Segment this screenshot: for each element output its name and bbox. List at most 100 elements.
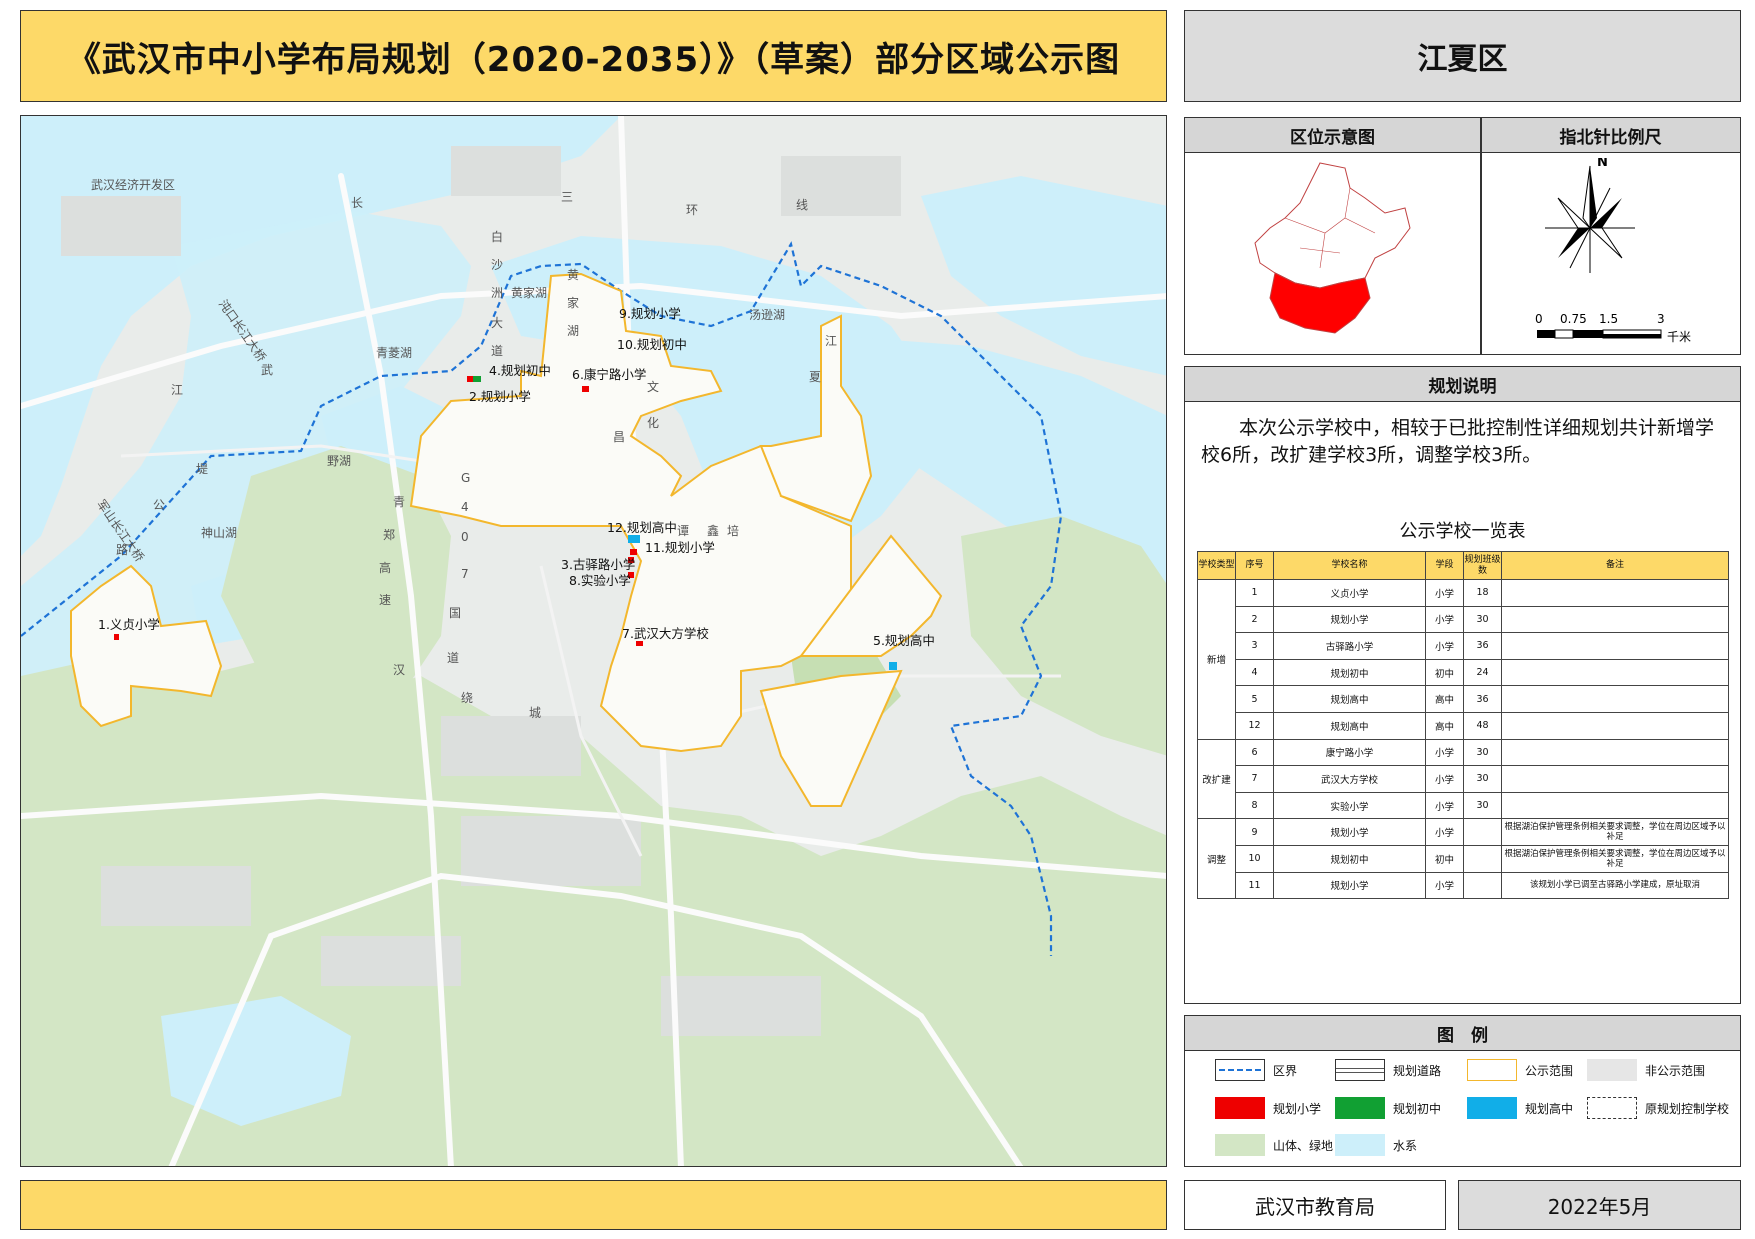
place-label-g: G xyxy=(461,471,471,485)
place-label-dao: 道 xyxy=(491,344,504,358)
north-arrow-scale: N 0 0.75 1.5 3 千米 xyxy=(1535,158,1691,344)
cell-name: 康宁路小学 xyxy=(1273,738,1426,767)
issuing-organization: 武汉市教育局 xyxy=(1184,1180,1446,1230)
cell-classes: 30 xyxy=(1463,738,1502,767)
place-label-gong: 公 xyxy=(153,498,166,512)
legend-item-water: 水系 xyxy=(1335,1134,1417,1156)
cell-no: 6 xyxy=(1235,738,1274,767)
place-label-cheng: 城 xyxy=(529,706,542,720)
legend-item-planned-primary: 规划小学 xyxy=(1215,1097,1321,1119)
place-label-chang-road: 昌 xyxy=(613,430,626,444)
place-label-jiang-east: 江 xyxy=(825,334,838,348)
cell-remark xyxy=(1501,579,1729,607)
place-label-tangxun-lake: 汤逊湖 xyxy=(749,308,786,322)
cell-remark: 该规划小学已调至古驿路小学建成，原址取消 xyxy=(1501,871,1729,900)
place-label-chang: 长 xyxy=(351,196,364,210)
cell-stage: 初中 xyxy=(1425,658,1464,687)
red-fill-icon xyxy=(1215,1097,1265,1119)
place-label-huan: 环 xyxy=(686,203,699,217)
main-map[interactable]: 武汉经济开发区 长 三 环 线 白 沙 洲 大 道 黄 家 湖 黄家湖 汤逊湖 … xyxy=(20,115,1167,1167)
cell-classes: 24 xyxy=(1463,658,1502,687)
title-banner: 《武汉市中小学布局规划（2020-2035）》（草案）部分区域公示图 xyxy=(20,10,1167,102)
school-label-1[interactable]: 1.义贞小学 xyxy=(98,614,160,633)
cell-name: 规划高中 xyxy=(1273,711,1426,740)
group-label-adjust: 调整 xyxy=(1197,818,1236,900)
cell-name: 规划小学 xyxy=(1273,605,1426,634)
road-line-icon xyxy=(1335,1059,1385,1081)
place-label-lu: 路 xyxy=(116,543,129,557)
cell-name: 规划小学 xyxy=(1273,818,1426,846)
cell-stage: 小学 xyxy=(1425,632,1464,660)
school-marker-1[interactable] xyxy=(114,634,119,640)
cell-name: 规划小学 xyxy=(1273,871,1426,900)
col-header-remark: 备注 xyxy=(1501,551,1729,580)
cell-remark xyxy=(1501,632,1729,660)
place-label-di: 堤 xyxy=(196,462,209,476)
legend-item-planned-road: 规划道路 xyxy=(1335,1059,1441,1081)
table-row: 调整 9 规划小学 小学 根据湖泊保护管理条例相关要求调整，学位在周边区域予以补… xyxy=(1197,818,1729,900)
school-label-11[interactable]: 11.规划小学 xyxy=(645,537,715,556)
table-row: 8 实验小学 小学 30 xyxy=(1198,791,1729,820)
school-label-8[interactable]: 8.实验小学 xyxy=(569,570,631,589)
legend-item-green: 山体、绿地 xyxy=(1215,1134,1333,1156)
footer-banner xyxy=(20,1180,1167,1230)
map-canvas xyxy=(21,116,1166,1166)
notes-title: 规划说明 xyxy=(1185,367,1740,402)
yellow-outline-icon xyxy=(1467,1059,1517,1081)
dashed-line-icon xyxy=(1215,1059,1265,1081)
place-label-su: 速 xyxy=(379,593,392,607)
cell-no: 8 xyxy=(1235,791,1274,820)
cell-stage: 小学 xyxy=(1425,579,1464,607)
table-row: 4 规划初中 初中 24 xyxy=(1198,658,1729,687)
school-label-9[interactable]: 9.规划小学 xyxy=(619,303,681,322)
district-banner: 江夏区 xyxy=(1184,10,1741,102)
cell-stage: 小学 xyxy=(1425,765,1464,793)
school-label-6[interactable]: 6.康宁路小学 xyxy=(572,364,646,383)
locator-compass-panel: 区位示意图 指北针比例尺 N 0 0.75 1.5 3 千米 xyxy=(1184,117,1741,355)
place-label-jia: 家 xyxy=(567,296,580,310)
school-marker-4[interactable] xyxy=(473,376,481,382)
school-marker-12[interactable] xyxy=(628,535,640,543)
school-label-10[interactable]: 10.规划初中 xyxy=(617,334,687,353)
cell-remark xyxy=(1501,685,1729,713)
cell-remark xyxy=(1501,765,1729,793)
scale-tick-0-75: 0.75 xyxy=(1560,312,1587,326)
table-row: 10 规划初中 初中 根据湖泊保护管理条例相关要求调整，学位在周边区域予以补足 xyxy=(1198,844,1729,873)
school-marker-2[interactable] xyxy=(467,376,473,382)
place-label-jiang: 江 xyxy=(171,383,184,397)
col-header-name: 学校名称 xyxy=(1273,551,1426,580)
cell-remark xyxy=(1501,711,1729,740)
blue-fill-icon xyxy=(1467,1097,1517,1119)
scale-unit: 千米 xyxy=(1667,330,1691,344)
compass-title: 指北针比例尺 xyxy=(1481,118,1740,153)
cell-stage: 高中 xyxy=(1425,685,1464,713)
school-marker-6[interactable] xyxy=(582,386,589,392)
table-row: 11 规划小学 小学 该规划小学已调至古驿路小学建成，原址取消 xyxy=(1198,871,1729,900)
place-label-qingling-lake: 青菱湖 xyxy=(376,346,413,360)
school-label-7[interactable]: 7.武汉大方学校 xyxy=(622,623,709,642)
cell-name: 义贞小学 xyxy=(1273,579,1426,607)
school-label-12[interactable]: 12.规划高中 xyxy=(607,517,677,536)
cell-name: 武汉大方学校 xyxy=(1273,765,1426,793)
school-marker-5[interactable] xyxy=(889,662,897,670)
place-label-xia: 夏 xyxy=(809,370,822,384)
scale-tick-1-5: 1.5 xyxy=(1599,312,1618,326)
publicity-range-south xyxy=(759,669,903,807)
group-label-new: 新增 xyxy=(1197,579,1236,740)
place-label-0: 0 xyxy=(461,530,469,544)
cell-classes xyxy=(1463,844,1502,873)
cell-classes: 30 xyxy=(1463,765,1502,793)
issue-date: 2022年5月 xyxy=(1458,1180,1741,1230)
cell-stage: 小学 xyxy=(1425,605,1464,634)
school-label-5[interactable]: 5.规划高中 xyxy=(873,630,935,649)
place-label-shenshan-lake: 神山湖 xyxy=(201,526,238,540)
school-table: 学校类型 序号 学校名称 学段 规划班级数 备注 新增 1 义贞小学 小学 18… xyxy=(1197,551,1729,900)
scale-bar xyxy=(1537,329,1662,339)
school-label-4[interactable]: 4.规划初中 xyxy=(489,360,551,379)
cell-stage: 小学 xyxy=(1425,738,1464,767)
cell-remark xyxy=(1501,738,1729,767)
cell-stage: 高中 xyxy=(1425,711,1464,740)
school-label-2[interactable]: 2.规划小学 xyxy=(469,386,531,405)
col-header-stage: 学段 xyxy=(1425,551,1464,580)
place-label-qing: 青 xyxy=(393,495,406,509)
